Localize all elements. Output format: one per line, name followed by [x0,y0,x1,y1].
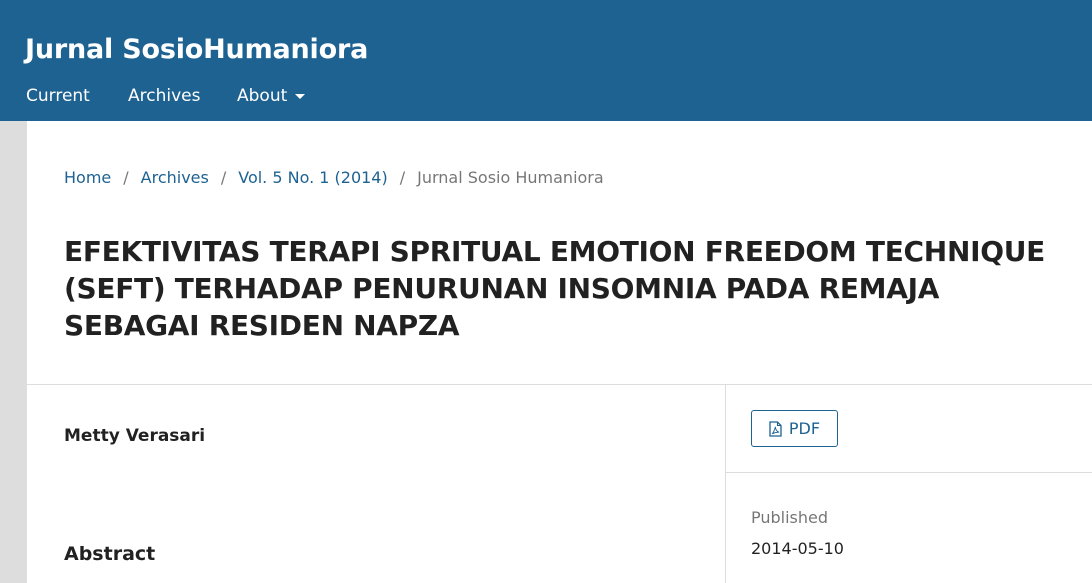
file-pdf-icon [769,420,782,437]
author-name: Metty Verasari [64,426,206,446]
breadcrumb-issue[interactable]: Vol. 5 No. 1 (2014) [238,168,388,187]
breadcrumb-home[interactable]: Home [64,168,111,187]
section-divider [27,384,1092,385]
breadcrumb-separator: / [220,168,227,187]
published-date: 2014-05-10 [751,539,844,558]
breadcrumb-current: Jurnal Sosio Humaniora [417,168,604,187]
breadcrumb: Home / Archives / Vol. 5 No. 1 (2014) / Jurnal… [64,168,604,187]
breadcrumb-archives[interactable]: Archives [141,168,209,187]
nav-about-label: About [237,86,288,106]
main-content: Home / Archives / Vol. 5 No. 1 (2014) / Jurnal… [26,121,1092,583]
sidebar-divider [726,472,1092,473]
nav-archives[interactable]: Archives [128,86,200,106]
breadcrumb-separator: / [123,168,129,187]
caret-down-icon [295,93,306,99]
article-title: EFEKTIVITAS TERAPI SPRITUAL EMOTION FREE… [64,235,1045,342]
pdf-download-button[interactable]: PDF [751,410,838,447]
breadcrumb-separator: / [399,168,406,187]
nav-current[interactable]: Current [26,86,90,106]
nav-about[interactable]: About [237,86,306,106]
site-title[interactable]: Jurnal SosioHumaniora [25,34,368,65]
column-divider [725,384,726,583]
site-header: Jurnal SosioHumaniora Current Archives A… [0,0,1092,121]
abstract-heading: Abstract [64,543,156,565]
pdf-button-label: PDF [788,419,821,438]
published-label: Published [751,508,829,527]
